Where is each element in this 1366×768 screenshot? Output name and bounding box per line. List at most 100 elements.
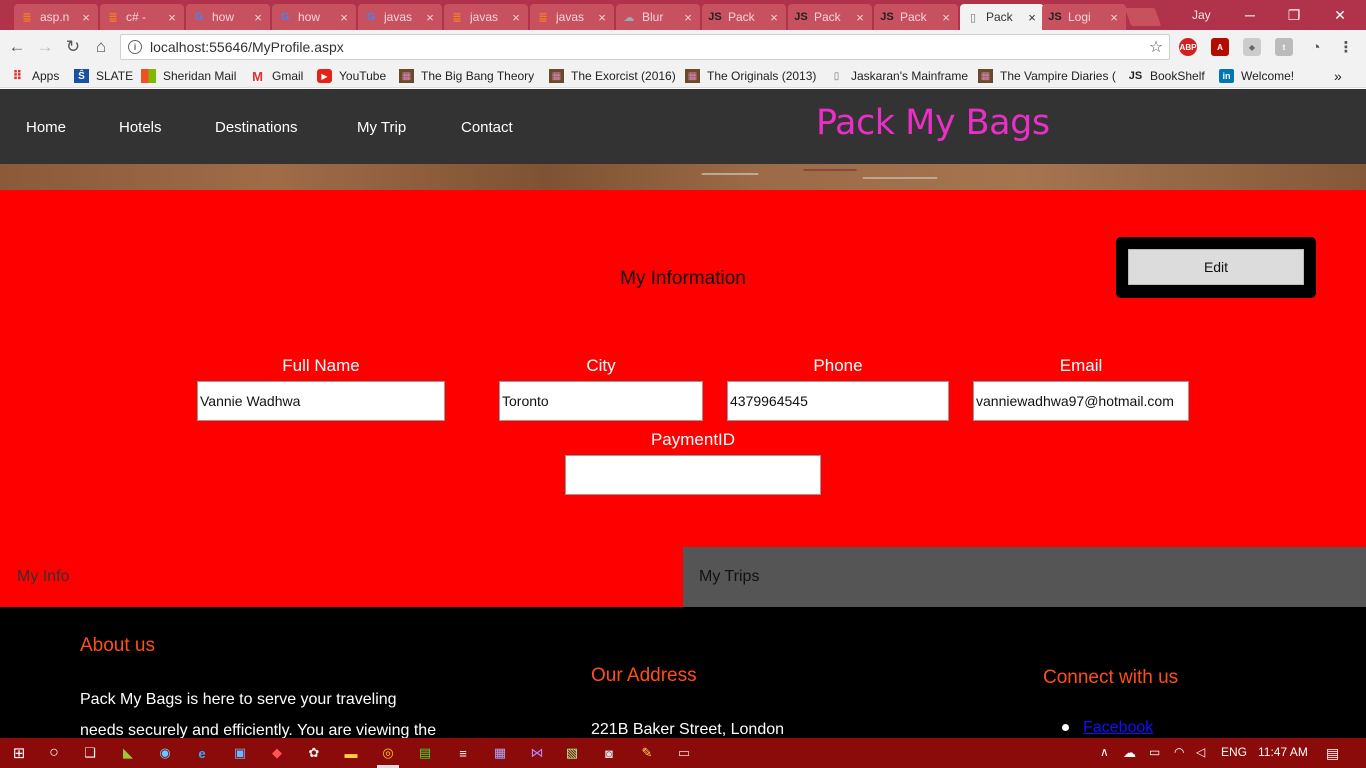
full-name-field[interactable]: Vannie Wadhwa (197, 381, 445, 421)
email-field[interactable]: vanniewadhwa97@hotmail.com (973, 381, 1189, 421)
bookmark-bookshelf[interactable]: JS BookShelf (1128, 67, 1205, 85)
browser-tab[interactable]: Ghow × (186, 4, 270, 30)
address-bar[interactable]: i localhost:55646/MyProfile.aspx ☆ (120, 34, 1170, 60)
wifi-icon[interactable]: ◠ (1174, 745, 1184, 759)
site-brand[interactable]: Pack My Bags (816, 103, 1050, 143)
close-icon[interactable]: × (596, 10, 608, 25)
tab-my-info[interactable]: My Info (0, 547, 683, 607)
volume-icon[interactable]: ◁ (1196, 745, 1205, 759)
browser-tab[interactable]: ≣ asp.n × (14, 4, 98, 30)
battery-icon[interactable]: ▭ (1149, 745, 1160, 759)
notifications-icon[interactable]: ▤ (1326, 745, 1339, 762)
virtualbox-icon[interactable]: ▣ (229, 742, 251, 764)
close-icon[interactable]: × (1108, 10, 1120, 25)
onedrive-icon[interactable]: ☁ (1123, 745, 1136, 761)
browser-tab[interactable]: JS Pack × (702, 4, 786, 30)
clock[interactable]: 11:47 AM (1258, 745, 1308, 759)
edge-icon[interactable]: e (191, 742, 213, 764)
facebook-link[interactable]: Facebook (1083, 719, 1153, 736)
notepad-icon[interactable]: ✎ (636, 742, 658, 764)
close-icon[interactable]: × (424, 10, 436, 25)
bookmark-sheridan-mail[interactable]: Sheridan Mail (141, 67, 236, 85)
bookmark-welcome[interactable]: in Welcome! (1219, 67, 1294, 85)
language-indicator[interactable]: ENG (1221, 745, 1247, 759)
bookmark-gmail[interactable]: M Gmail (250, 67, 303, 85)
browser-tab[interactable]: Ghow × (272, 4, 356, 30)
bookmark-slate[interactable]: Ŝ SLATE (74, 67, 133, 85)
bookmark-originals[interactable]: ▦ The Originals (2013) (685, 67, 816, 85)
close-icon[interactable]: × (510, 10, 522, 25)
visual-studio-icon[interactable]: ⋈ (526, 742, 548, 764)
remote-desktop-icon[interactable]: ▦ (489, 742, 511, 764)
bookmark-apps[interactable]: ⠿ Apps (10, 67, 59, 85)
extension-icon[interactable]: t (1275, 38, 1293, 56)
close-icon[interactable]: × (338, 10, 350, 25)
edit-button[interactable]: Edit (1128, 249, 1304, 285)
browser-tab[interactable]: JS Logi × (1042, 4, 1126, 30)
terminal-icon[interactable]: ▤ (414, 742, 436, 764)
restore-icon[interactable]: ❐ (1272, 0, 1316, 30)
reload-icon[interactable]: ↻ (62, 36, 84, 58)
phone-field[interactable]: 4379964545 (727, 381, 949, 421)
nav-home[interactable]: Home (26, 119, 66, 136)
close-icon[interactable]: × (682, 10, 694, 25)
chrome-icon[interactable]: ◎ (377, 742, 399, 764)
payment-id-field[interactable] (565, 455, 821, 495)
firefox-icon[interactable]: ◉ (154, 742, 176, 764)
app-icon[interactable]: ✿ (303, 742, 325, 764)
nav-contact[interactable]: Contact (461, 119, 513, 136)
bookmark-youtube[interactable]: ▶ YouTube (317, 67, 386, 85)
city-field[interactable]: Toronto (499, 381, 703, 421)
storage-icon[interactable]: ≡ (452, 742, 474, 764)
close-window-icon[interactable]: ✕ (1318, 0, 1362, 30)
close-icon[interactable]: × (252, 10, 264, 25)
window-icon[interactable]: ▭ (673, 742, 695, 764)
cortana-icon[interactable]: ○ (43, 742, 65, 764)
close-icon[interactable]: × (854, 10, 866, 25)
tab-my-trips[interactable]: My Trips (683, 547, 1366, 607)
browser-tab[interactable]: ☁ Blur × (616, 4, 700, 30)
browser-tab[interactable]: JS Pack × (874, 4, 958, 30)
speed-gauge-icon[interactable]: ◔ (1307, 38, 1325, 56)
browser-tab[interactable]: ≣ javas × (444, 4, 528, 30)
new-tab-button[interactable] (1124, 8, 1162, 26)
bookmark-star-icon[interactable]: ☆ (1143, 37, 1169, 57)
pdf-icon[interactable]: A (1211, 38, 1229, 56)
close-icon[interactable]: × (80, 10, 92, 25)
bookmark-big-bang-theory[interactable]: ▦ The Big Bang Theory (399, 67, 534, 85)
task-view-icon[interactable]: ❑ (79, 742, 101, 764)
windows-start-icon[interactable]: ⊞ (8, 742, 30, 764)
browser-tab[interactable]: ≣ javas × (530, 4, 614, 30)
forward-icon[interactable]: → (34, 36, 56, 58)
nav-hotels[interactable]: Hotels (119, 119, 162, 136)
nav-my-trip[interactable]: My Trip (357, 119, 406, 136)
extension-cube-icon[interactable]: ◆ (1243, 38, 1261, 56)
android-studio-icon[interactable]: ◣ (117, 742, 139, 764)
app-window-icon[interactable]: ▧ (561, 742, 583, 764)
browser-tab-active[interactable]: ▯ Pack × (960, 4, 1044, 30)
file-explorer-icon[interactable]: ▬ (340, 742, 362, 764)
browser-tab[interactable]: ≣ c# - × (100, 4, 184, 30)
bookmark-vampire-diaries[interactable]: ▦ The Vampire Diaries ( (978, 67, 1116, 85)
camera-icon[interactable]: ◙ (598, 742, 620, 764)
nav-destinations[interactable]: Destinations (215, 119, 298, 136)
minimize-icon[interactable]: ─ (1228, 0, 1272, 30)
close-icon[interactable]: × (768, 10, 780, 25)
back-icon[interactable]: ← (6, 36, 28, 58)
close-icon[interactable]: × (940, 10, 952, 25)
close-icon[interactable]: × (1026, 10, 1038, 25)
home-icon[interactable]: ⌂ (90, 36, 112, 58)
tray-chevron-icon[interactable]: ∧ (1100, 745, 1109, 759)
menu-dots-icon[interactable]: ⋮ (1337, 38, 1355, 56)
profile-name[interactable]: Jay (1192, 8, 1211, 22)
url-text[interactable]: localhost:55646/MyProfile.aspx (150, 39, 1143, 55)
bookmark-exorcist[interactable]: ▦ The Exorcist (2016) (549, 67, 676, 85)
git-icon[interactable]: ◆ (266, 742, 288, 764)
info-icon[interactable]: i (128, 40, 142, 54)
browser-tab[interactable]: Gjavas × (358, 4, 442, 30)
close-icon[interactable]: × (166, 10, 178, 25)
browser-tab[interactable]: JS Pack × (788, 4, 872, 30)
bookmarks-overflow-button[interactable]: » (1334, 67, 1342, 85)
adblock-icon[interactable]: ABP (1179, 38, 1197, 56)
bookmark-jaskaran-mainframe[interactable]: ▯ Jaskaran's Mainframe (829, 67, 968, 85)
